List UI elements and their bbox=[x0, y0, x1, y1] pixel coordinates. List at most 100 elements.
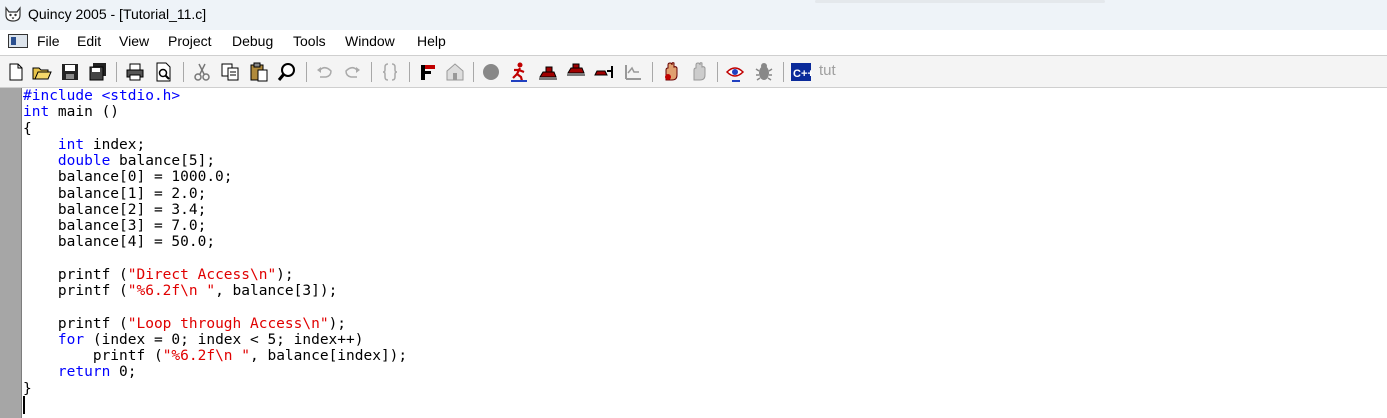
print-preview-icon[interactable] bbox=[153, 61, 175, 83]
code-string: "Direct Access\n" bbox=[127, 266, 277, 283]
code-line: printf ("Direct Access\n"); bbox=[23, 267, 407, 283]
code-editor[interactable]: #include <stdio.h> int main (){ int index… bbox=[0, 88, 1387, 418]
code-token: 0; bbox=[110, 364, 137, 381]
menu-edit[interactable]: Edit bbox=[77, 33, 101, 49]
watch-icon[interactable] bbox=[724, 61, 746, 83]
code-line: balance[3] = 7.0; bbox=[23, 218, 407, 234]
compile-icon[interactable] bbox=[417, 61, 439, 83]
code-token: main () bbox=[49, 104, 120, 121]
code-line: int index; bbox=[23, 137, 407, 153]
code-line: { bbox=[23, 121, 407, 137]
menu-window[interactable]: Window bbox=[345, 33, 395, 49]
code-token: balance[1] = 2.0; bbox=[23, 185, 207, 202]
title-bar-decoration bbox=[815, 0, 1105, 3]
menu-help[interactable]: Help bbox=[417, 33, 446, 49]
menu-project[interactable]: Project bbox=[168, 33, 212, 49]
code-line: balance[4] = 50.0; bbox=[23, 234, 407, 250]
code-line: balance[2] = 3.4; bbox=[23, 202, 407, 218]
step-over-icon[interactable] bbox=[565, 61, 587, 83]
code-line: balance[0] = 1000.0; bbox=[23, 169, 407, 185]
menu-bar: File Edit View Project Debug Tools Windo… bbox=[0, 30, 1387, 54]
open-folder-icon[interactable] bbox=[31, 61, 53, 83]
bug-icon[interactable] bbox=[753, 61, 775, 83]
build-icon[interactable] bbox=[444, 61, 466, 83]
code-line: printf ("%6.2f\n ", balance[index]); bbox=[23, 348, 407, 364]
code-token: balance[4] = 50.0; bbox=[23, 234, 216, 251]
save-icon[interactable] bbox=[59, 61, 81, 83]
find-icon[interactable] bbox=[276, 61, 298, 83]
code-token: balance[0] = 1000.0; bbox=[23, 169, 233, 186]
print-icon[interactable] bbox=[124, 61, 146, 83]
breakpoint-hand-icon[interactable] bbox=[660, 61, 682, 83]
step-out-icon[interactable] bbox=[593, 61, 615, 83]
tutorial-button[interactable]: tut bbox=[819, 62, 836, 79]
code-line: balance[1] = 2.0; bbox=[23, 186, 407, 202]
code-token: , balance[3]); bbox=[215, 283, 338, 299]
code-token: index; bbox=[84, 136, 146, 153]
redo-icon[interactable] bbox=[341, 61, 363, 83]
code-keyword: #include <stdio.h> bbox=[23, 88, 181, 104]
code-string: "Loop through Access\n" bbox=[127, 315, 329, 332]
code-token: ); bbox=[328, 315, 347, 332]
clear-breakpoint-icon[interactable] bbox=[688, 61, 710, 83]
code-line: } bbox=[23, 381, 407, 397]
code-keyword: for bbox=[57, 331, 85, 348]
window-title: Quincy 2005 - [Tutorial_11.c] bbox=[28, 6, 207, 22]
code-keyword: int bbox=[57, 136, 85, 153]
menu-tools[interactable]: Tools bbox=[293, 33, 326, 49]
toolbar: C++ tut bbox=[0, 55, 1387, 88]
menu-debug[interactable]: Debug bbox=[232, 33, 273, 49]
code-token: , balance[index]); bbox=[250, 348, 408, 364]
menu-view[interactable]: View bbox=[119, 33, 149, 49]
paste-icon[interactable] bbox=[248, 61, 270, 83]
code-token: printf ( bbox=[23, 348, 163, 364]
braces-icon[interactable] bbox=[379, 61, 401, 83]
text-cursor bbox=[23, 396, 25, 414]
code-line: #include <stdio.h> bbox=[23, 88, 407, 104]
editor-gutter bbox=[0, 88, 22, 418]
title-bar: Quincy 2005 - [Tutorial_11.c] bbox=[0, 0, 1387, 30]
code-token: printf ( bbox=[23, 266, 128, 283]
copy-icon[interactable] bbox=[219, 61, 241, 83]
code-token: ); bbox=[276, 266, 294, 283]
code-token: { bbox=[23, 120, 32, 137]
step-icon[interactable] bbox=[537, 61, 559, 83]
code-line: int main () bbox=[23, 104, 407, 120]
code-line: double balance[5]; bbox=[23, 153, 407, 169]
code-line: printf ("Loop through Access\n"); bbox=[23, 316, 407, 332]
cpp-icon[interactable]: C++ bbox=[790, 61, 812, 83]
code-token: balance[3] = 7.0; bbox=[23, 218, 207, 234]
document-window-icon[interactable] bbox=[8, 34, 28, 48]
new-file-icon[interactable] bbox=[5, 61, 27, 83]
code-token: printf ( bbox=[23, 283, 128, 299]
code-text[interactable]: #include <stdio.h> int main (){ int index… bbox=[23, 88, 407, 397]
undo-icon[interactable] bbox=[314, 61, 336, 83]
svg-text:C++: C++ bbox=[793, 68, 812, 80]
code-token: balance[5]; bbox=[110, 153, 216, 169]
code-keyword: int bbox=[23, 104, 50, 121]
code-line: printf ("%6.2f\n ", balance[3]); bbox=[23, 283, 407, 299]
run-to-cursor-icon[interactable] bbox=[622, 61, 644, 83]
code-line: return 0; bbox=[23, 364, 407, 380]
stop-icon[interactable] bbox=[480, 61, 502, 83]
code-keyword: double bbox=[57, 153, 111, 169]
cut-icon[interactable] bbox=[191, 61, 213, 83]
run-icon[interactable] bbox=[508, 61, 530, 83]
code-token: } bbox=[23, 380, 32, 397]
code-token: (index = 0; index < 5; index++) bbox=[84, 331, 364, 348]
menu-file[interactable]: File bbox=[37, 33, 60, 49]
code-keyword: return bbox=[57, 364, 111, 381]
code-token: balance[2] = 3.4; bbox=[23, 201, 207, 218]
quincy-cat-icon bbox=[5, 6, 21, 22]
code-token: printf ( bbox=[23, 315, 128, 332]
code-string: "%6.2f\n " bbox=[127, 283, 216, 299]
code-line: for (index = 0; index < 5; index++) bbox=[23, 332, 407, 348]
code-string: "%6.2f\n " bbox=[162, 348, 250, 364]
save-all-icon[interactable] bbox=[87, 61, 109, 83]
